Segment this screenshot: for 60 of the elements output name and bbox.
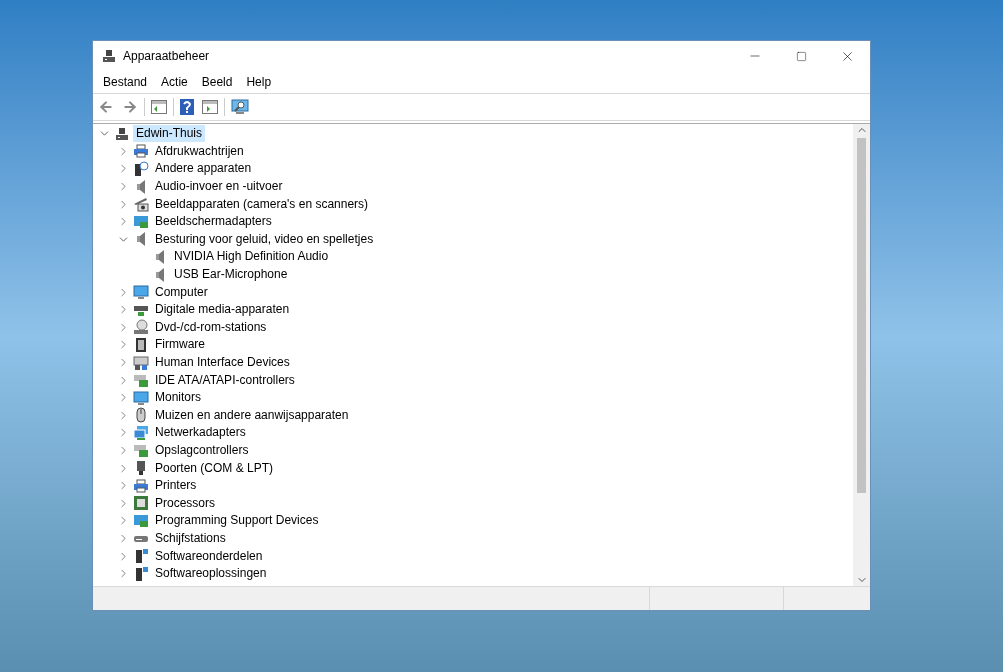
- tree-item[interactable]: Dvd-/cd-rom-stations: [152, 318, 270, 336]
- panel-icon: [151, 100, 167, 114]
- tree-item[interactable]: NVIDIA High Definition Audio: [171, 248, 332, 266]
- tree-item[interactable]: Digitale media-apparaten: [152, 301, 293, 319]
- monitor-icon: [133, 284, 149, 301]
- monitor-magnifier-icon: [231, 99, 249, 115]
- tree-item[interactable]: Softwareonderdelen: [152, 547, 266, 565]
- tree-item[interactable]: Processors: [152, 494, 219, 512]
- printer-icon: [133, 143, 149, 160]
- network-icon: [133, 424, 149, 441]
- properties-button[interactable]: [200, 98, 220, 116]
- window-title: Apparaatbeheer: [123, 48, 211, 65]
- tree-item[interactable]: Afdrukwachtrijen: [152, 142, 247, 160]
- tree-item[interactable]: Muizen en andere aanwijsapparaten: [152, 406, 352, 424]
- menu-item[interactable]: Beeld: [194, 72, 240, 92]
- tree-item[interactable]: Human Interface Devices: [152, 354, 293, 371]
- disc-drive-icon: [133, 319, 149, 336]
- tree-item[interactable]: Opslagcontrollers: [152, 442, 252, 459]
- help-button[interactable]: [178, 97, 196, 117]
- tree-item[interactable]: Netwerkadapters: [152, 424, 249, 442]
- panel-icon: [202, 100, 218, 114]
- camera-icon: [133, 196, 149, 213]
- software-component-icon: [133, 565, 149, 582]
- controller-icon: [133, 372, 149, 389]
- maximize-icon: [795, 50, 807, 62]
- menu-item[interactable]: Actie: [154, 72, 195, 92]
- tree-item[interactable]: Computer: [152, 283, 211, 301]
- menu-item[interactable]: Bestand: [96, 72, 155, 92]
- keyboard-icon: [133, 354, 149, 371]
- tree-item[interactable]: Poorten (COM & LPT): [152, 459, 277, 477]
- tree-item[interactable]: Beeldschermadapters: [152, 213, 275, 231]
- tree-item[interactable]: Softwareoplossingen: [152, 565, 270, 583]
- tree-item[interactable]: Audio-invoer en -uitvoer: [152, 178, 286, 196]
- tree-item[interactable]: Programming Support Devices: [152, 512, 322, 530]
- tree-item[interactable]: Andere apparaten: [152, 160, 255, 178]
- console-tree-button[interactable]: [149, 98, 169, 116]
- display-adapter-icon: [133, 213, 149, 230]
- vertical-scrollbar[interactable]: [853, 124, 870, 586]
- chip-icon: [133, 336, 149, 353]
- printer-icon: [133, 477, 149, 494]
- device-question-icon: [133, 161, 149, 177]
- computer-icon: [114, 125, 130, 142]
- software-component-icon: [133, 548, 149, 565]
- computer-icon: [101, 48, 117, 64]
- tree-item[interactable]: Edwin-Thuis: [133, 125, 206, 143]
- tree-item[interactable]: Besturing voor geluid, video en spelletjes: [152, 230, 377, 248]
- tree-item[interactable]: Schijfstations: [152, 529, 229, 547]
- processor-icon: [133, 495, 149, 512]
- monitor-icon: [133, 389, 149, 406]
- help-icon: [180, 99, 194, 115]
- display-adapter-icon: [133, 512, 149, 529]
- tree-item[interactable]: Monitors: [152, 389, 204, 407]
- tree-item[interactable]: USB Ear-Microphone: [171, 266, 291, 284]
- tree-item[interactable]: IDE ATA/ATAPI-controllers: [152, 371, 298, 389]
- tree-item[interactable]: Printers: [152, 477, 200, 495]
- scan-hardware-button[interactable]: [229, 97, 251, 117]
- controller-icon: [133, 442, 149, 459]
- menu-item[interactable]: Help: [239, 72, 279, 92]
- tree-item[interactable]: Beeldapparaten (camera's en scanners): [152, 195, 372, 213]
- tree-item[interactable]: Firmware: [152, 336, 208, 354]
